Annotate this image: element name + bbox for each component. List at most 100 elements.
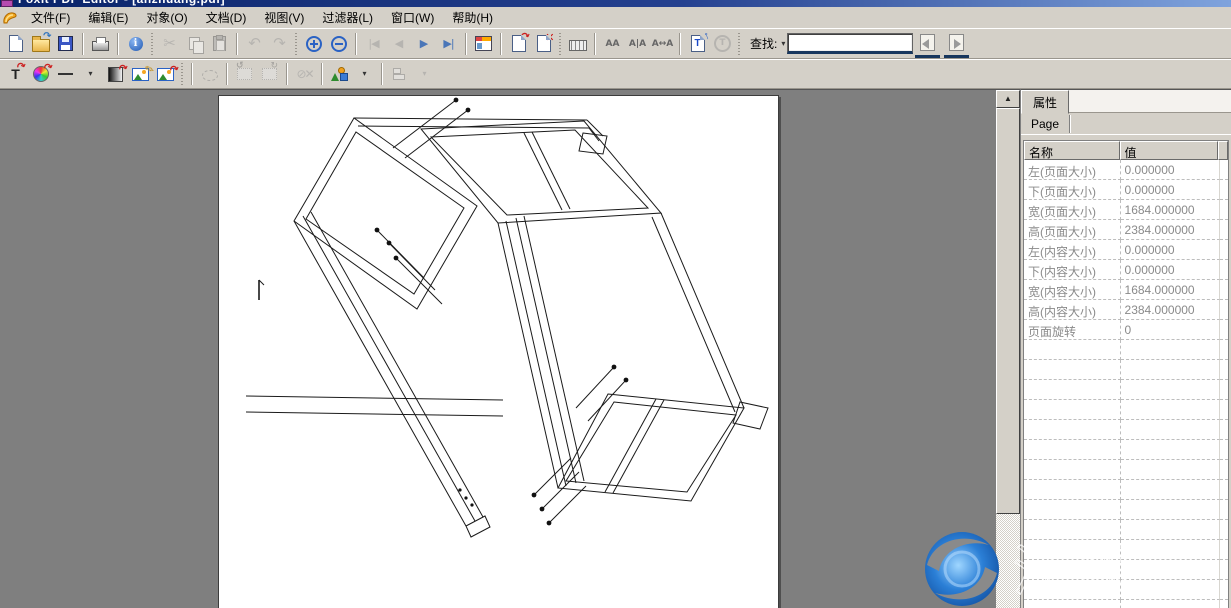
- title-bar: Foxit PDF Editor - [anzhuang.pdf]: [0, 0, 1231, 7]
- undo-button: ↶: [242, 31, 267, 56]
- property-extra: [1220, 160, 1228, 180]
- insert-page-button[interactable]: ↷: [506, 31, 531, 56]
- menu-item-5[interactable]: 过滤器(L): [313, 7, 382, 28]
- empty-row: [1024, 420, 1228, 440]
- cut-icon: ✂: [163, 36, 176, 51]
- grid-header: 名称 值: [1024, 141, 1228, 160]
- toolbar-separator: [465, 33, 467, 55]
- cad-drawing[interactable]: [219, 96, 776, 608]
- open-button[interactable]: [28, 31, 53, 56]
- empty-row: [1024, 460, 1228, 480]
- property-row[interactable]: 宽(页面大小)1684.000000: [1024, 200, 1228, 220]
- edittext-icon: T↷: [11, 66, 20, 82]
- caret-icon: ▾: [422, 70, 426, 78]
- document-canvas[interactable]: [0, 89, 996, 608]
- findprev-icon: [920, 34, 935, 51]
- property-name: 宽(页面大小): [1024, 200, 1121, 220]
- align-button: [387, 62, 412, 87]
- menu-item-3[interactable]: 文档(D): [197, 7, 256, 28]
- edit-image-button[interactable]: ✎: [128, 62, 153, 87]
- edit-shading-button[interactable]: ↷: [103, 62, 128, 87]
- line-style-button[interactable]: [53, 62, 78, 87]
- find-previous-button[interactable]: [915, 30, 940, 58]
- new-document-button[interactable]: [3, 31, 28, 56]
- replimg-icon: ↷: [157, 68, 174, 81]
- word-spacing-button[interactable]: A↔A: [650, 31, 675, 56]
- floppy-icon: [58, 36, 73, 51]
- insert-shape-button[interactable]: [327, 62, 352, 87]
- rotate-left-button: ↺: [232, 62, 257, 87]
- menu-item-4[interactable]: 视图(V): [255, 7, 313, 28]
- menu-item-0[interactable]: 文件(F): [22, 7, 79, 28]
- document-menu-icon[interactable]: [2, 10, 18, 26]
- toolbar-grip[interactable]: [294, 33, 297, 55]
- print-button[interactable]: [88, 31, 113, 56]
- prev-icon: ◀: [395, 38, 402, 49]
- property-row[interactable]: 左(页面大小)0.000000: [1024, 160, 1228, 180]
- tab-page[interactable]: Page: [1021, 115, 1070, 133]
- scroll-up-button[interactable]: ▲: [996, 90, 1020, 108]
- property-row[interactable]: 高(内容大小)2384.000000: [1024, 300, 1228, 320]
- char-spacing-button[interactable]: A|A: [625, 31, 650, 56]
- last-page-button[interactable]: ▶|: [436, 31, 461, 56]
- find-options-caret[interactable]: ▾: [781, 39, 785, 48]
- workspace: ▲ 属性 Page 名称 值 左(页面大小)0.000000下(页面大小)0.0…: [0, 89, 1231, 608]
- find-input[interactable]: [787, 33, 913, 54]
- edit-color-button[interactable]: ↷: [28, 62, 53, 87]
- copy-icon: [189, 37, 200, 50]
- info-icon: i: [129, 37, 143, 51]
- virtual-keyboard-button[interactable]: [565, 31, 590, 56]
- empty-row: [1024, 380, 1228, 400]
- pdf-page[interactable]: [218, 95, 779, 608]
- caret-icon: ▾: [88, 70, 92, 78]
- caret-icon: ▾: [362, 70, 366, 78]
- toolbar-grip[interactable]: [150, 33, 153, 55]
- property-row[interactable]: 高(页面大小)2384.000000: [1024, 220, 1228, 240]
- replace-image-button[interactable]: ↷: [153, 62, 178, 87]
- edit-text-button[interactable]: T↷: [3, 62, 28, 87]
- delete-page-button[interactable]: ✕: [531, 31, 556, 56]
- insertpage-icon: ↷: [512, 35, 526, 52]
- colorwheel-icon: ↷: [33, 66, 49, 82]
- property-extra: [1220, 200, 1228, 220]
- menu-item-6[interactable]: 窗口(W): [382, 7, 443, 28]
- property-name: 下(内容大小): [1024, 260, 1121, 280]
- empty-row: [1024, 560, 1228, 580]
- property-extra: [1220, 260, 1228, 280]
- insert-shape-caret[interactable]: ▾: [352, 62, 377, 87]
- cut-button: ✂: [157, 31, 182, 56]
- property-row[interactable]: 下(页面大小)0.000000: [1024, 180, 1228, 200]
- property-row[interactable]: 左(内容大小)0.000000: [1024, 240, 1228, 260]
- menu-item-2[interactable]: 对象(O): [137, 7, 196, 28]
- line-style-caret[interactable]: ▾: [78, 62, 103, 87]
- scale-text-button[interactable]: AA: [600, 31, 625, 56]
- column-header-extra[interactable]: [1218, 141, 1228, 160]
- toolbar-grip[interactable]: [558, 33, 561, 55]
- column-header-value[interactable]: 值: [1120, 141, 1218, 160]
- page-layout-button[interactable]: [471, 31, 496, 56]
- document-info-button[interactable]: i: [123, 31, 148, 56]
- folder-icon: [32, 39, 50, 52]
- align-caret: ▾: [412, 62, 437, 87]
- toolbar-separator: [82, 33, 84, 55]
- save-button[interactable]: [53, 31, 78, 56]
- add-text-button[interactable]: T↑: [685, 31, 710, 56]
- zoom-in-button[interactable]: [301, 31, 326, 56]
- property-row[interactable]: 宽(内容大小)1684.000000: [1024, 280, 1228, 300]
- tab-properties[interactable]: 属性: [1021, 90, 1069, 114]
- scrollbar-thumb[interactable]: [996, 108, 1020, 514]
- property-row[interactable]: 下(内容大小)0.000000: [1024, 260, 1228, 280]
- property-name: 宽(内容大小): [1024, 280, 1121, 300]
- toolbar-grip[interactable]: [737, 33, 740, 55]
- rotate-right-button: ↻: [257, 62, 282, 87]
- zoom-out-button[interactable]: [326, 31, 351, 56]
- next-page-button[interactable]: ▶: [411, 31, 436, 56]
- find-next-button[interactable]: [944, 30, 969, 58]
- property-value: 0.000000: [1121, 160, 1220, 180]
- toolbar-separator: [191, 63, 193, 85]
- aa3-icon: A↔A: [652, 39, 673, 49]
- menu-item-7[interactable]: 帮助(H): [443, 7, 502, 28]
- menu-item-1[interactable]: 编辑(E): [79, 7, 137, 28]
- column-header-name[interactable]: 名称: [1024, 141, 1120, 160]
- property-row[interactable]: 页面旋转0: [1024, 320, 1228, 340]
